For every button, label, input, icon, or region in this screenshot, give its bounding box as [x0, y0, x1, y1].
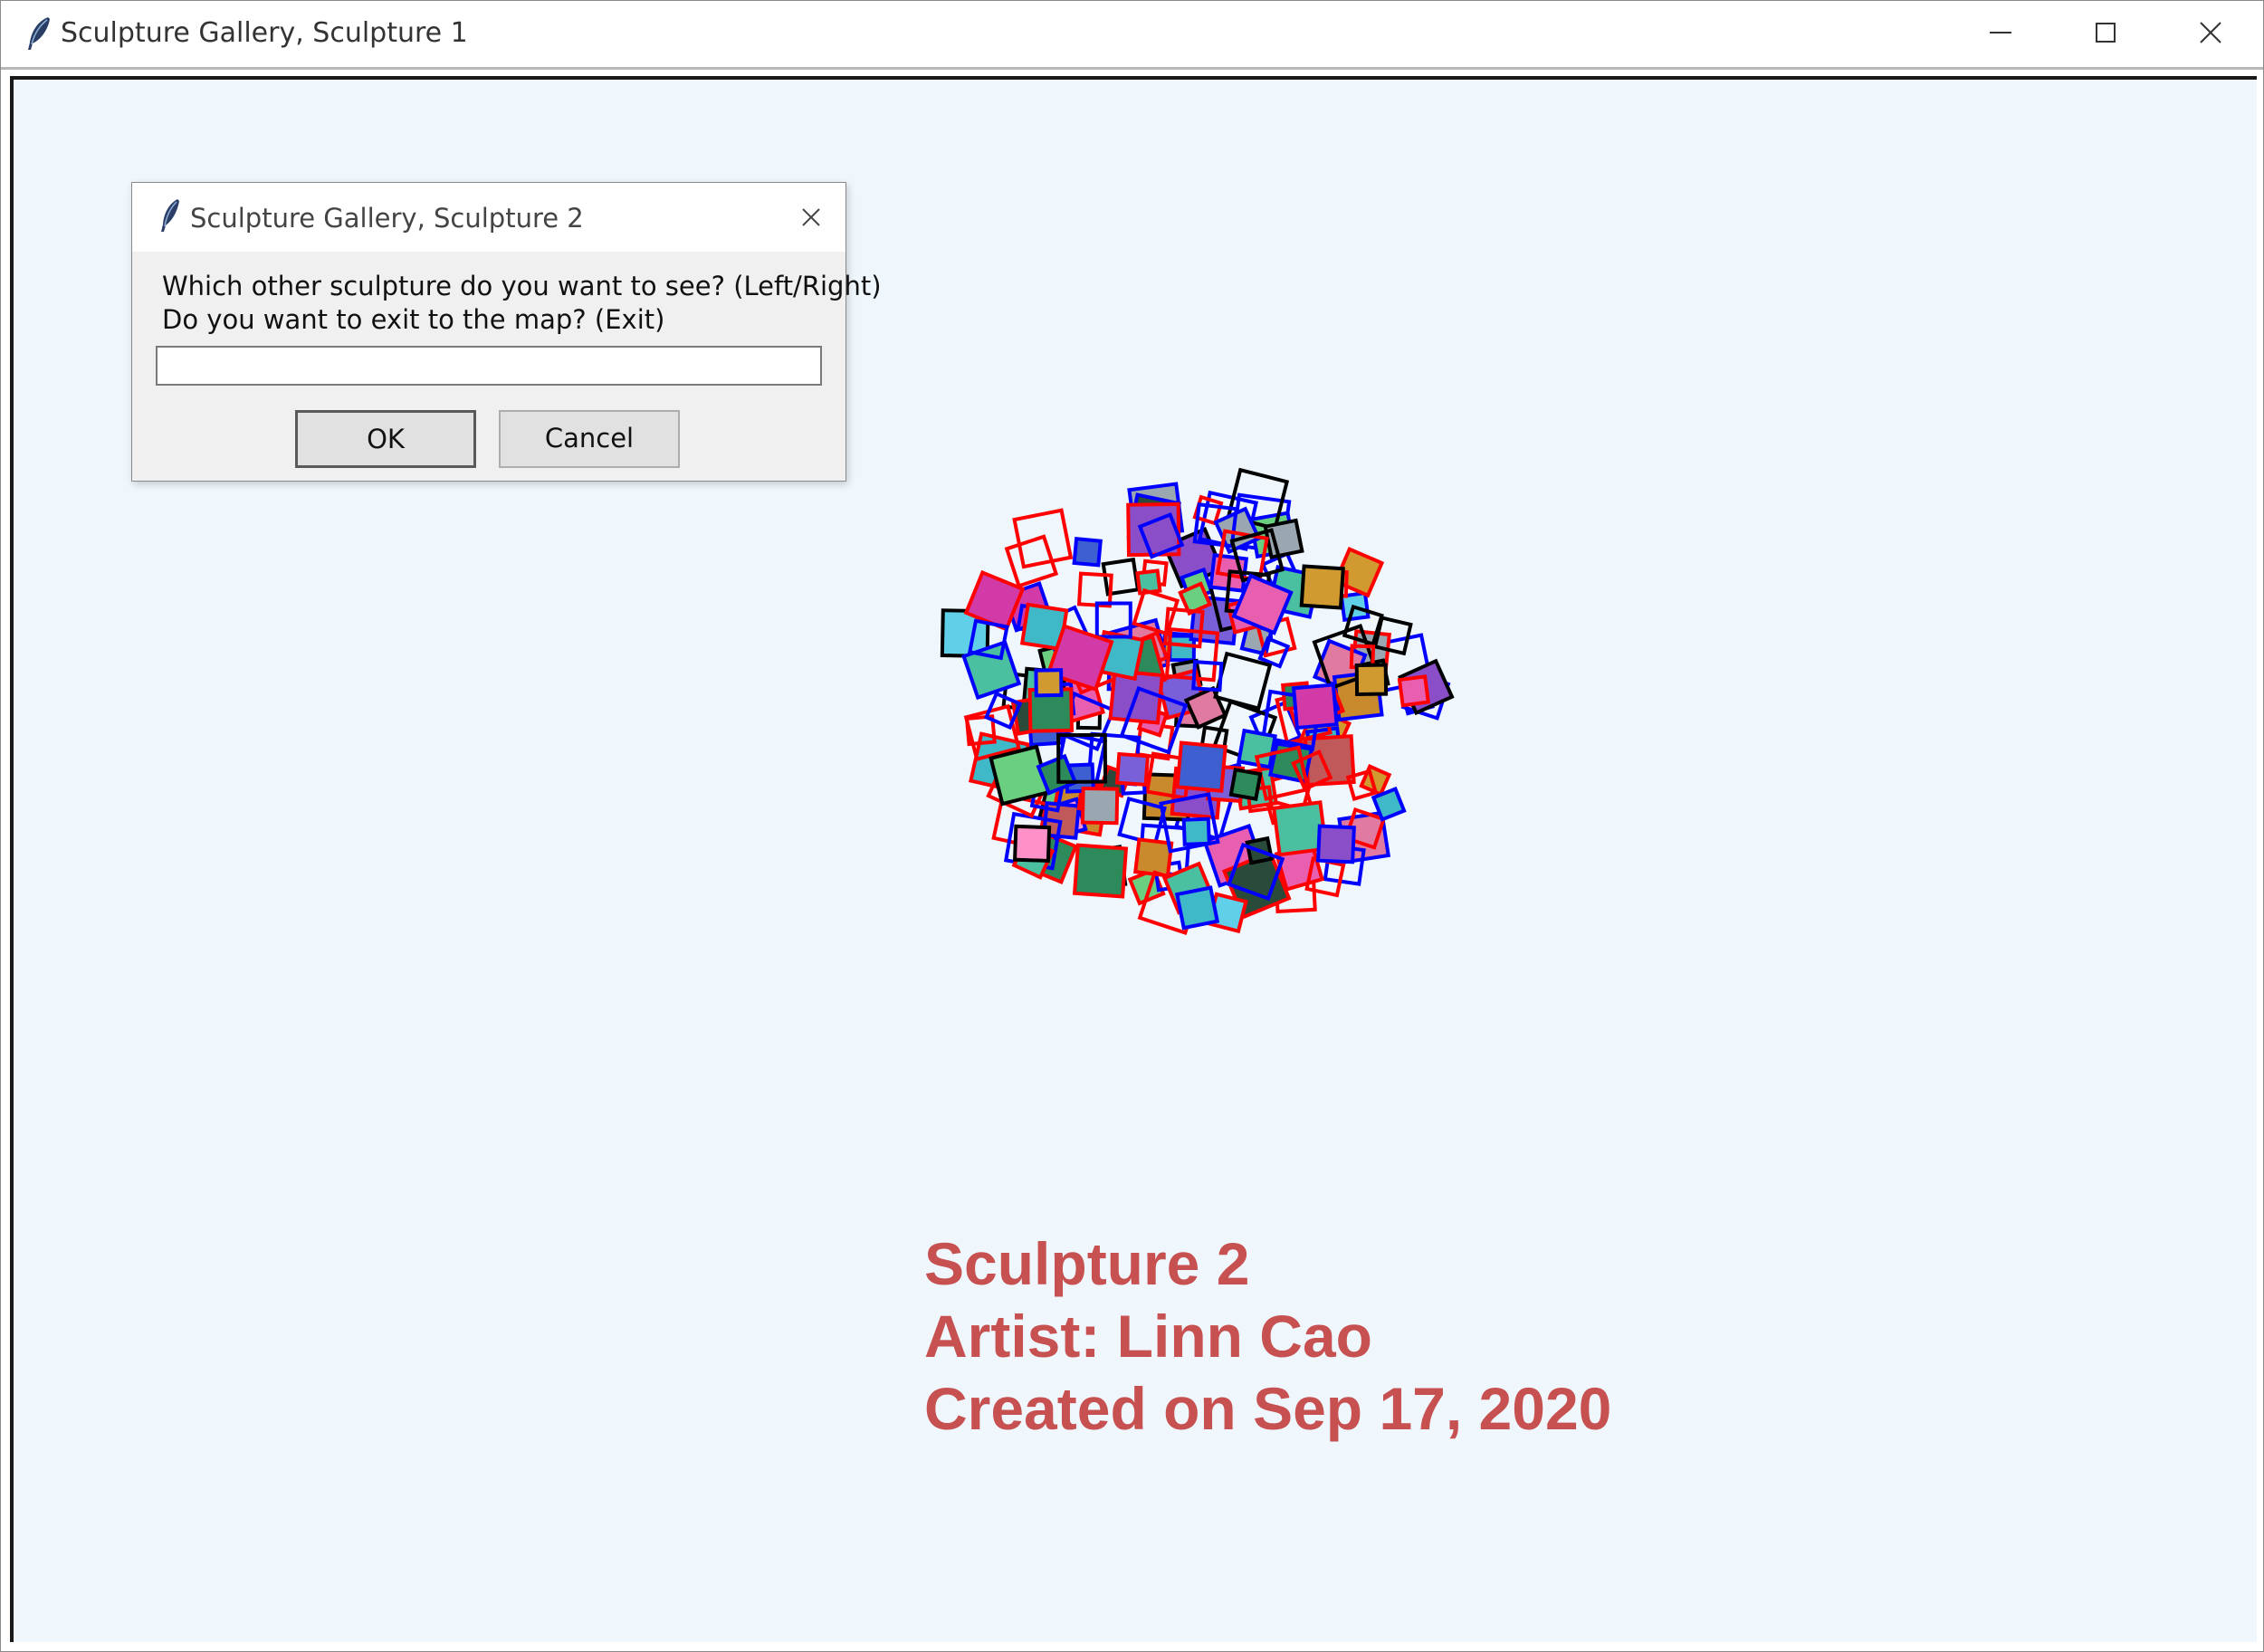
ok-button[interactable]: OK — [295, 410, 476, 468]
close-icon — [802, 208, 820, 226]
sculpture-square — [1174, 885, 1220, 931]
sculpture-square — [1315, 824, 1356, 864]
input-dialog: Sculpture Gallery, Sculpture 2 Which oth… — [131, 182, 882, 482]
sculpture-square — [1181, 816, 1211, 846]
close-button[interactable] — [2161, 1, 2260, 64]
sculpture-created-date: Created on Sep 17, 2020 — [924, 1375, 1612, 1442]
sculpture-square — [1034, 668, 1064, 698]
sculpture-square — [1133, 837, 1174, 878]
feather-icon — [28, 17, 50, 50]
window-title: Sculpture Gallery, Sculpture 1 — [61, 17, 468, 49]
sculpture-heading: Sculpture 2 — [924, 1230, 1250, 1297]
sculpture-square — [1175, 740, 1228, 793]
maximize-icon — [2096, 23, 2116, 43]
sculpture-square — [1397, 674, 1431, 708]
cancel-button[interactable]: Cancel — [499, 410, 680, 468]
sculpture-square — [1354, 663, 1389, 697]
minimize-icon — [1990, 32, 2011, 33]
answer-input[interactable] — [156, 346, 822, 386]
prompt-line-1: Which other sculpture do you want to see… — [162, 271, 882, 301]
sculpture-square — [1263, 518, 1304, 559]
sculpture-info: Sculpture 2 Artist: Linn Cao Created on … — [924, 1227, 1611, 1445]
sculpture-artist: Artist: Linn Cao — [924, 1303, 1372, 1370]
sculpture-square — [1013, 824, 1052, 863]
dialog-title: Sculpture Gallery, Sculpture 2 — [190, 203, 584, 234]
dialog-prompt: Which other sculpture do you want to see… — [162, 270, 882, 337]
sculpture-square — [1135, 568, 1162, 596]
sculpture-square — [1072, 843, 1129, 899]
sculpture-square — [1299, 564, 1345, 610]
dialog-close-button[interactable] — [793, 199, 829, 235]
sculpture-square — [989, 744, 1051, 807]
sculpture-square — [1080, 786, 1120, 826]
minimize-button[interactable] — [1951, 1, 2050, 64]
close-icon — [2200, 22, 2221, 43]
prompt-line-2: Do you want to exit to the map? (Exit) — [162, 304, 665, 335]
sculpture-artwork — [940, 467, 1455, 935]
sculpture-square — [1228, 767, 1263, 801]
title-bar[interactable]: Sculpture Gallery, Sculpture 1 — [1, 1, 2263, 66]
dialog-title-bar[interactable]: Sculpture Gallery, Sculpture 2 — [132, 183, 845, 252]
title-separator — [1, 67, 2263, 70]
sculpture-square — [1114, 751, 1151, 788]
feather-icon — [161, 199, 179, 232]
maximize-button[interactable] — [2056, 1, 2155, 64]
sculpture-square — [1072, 537, 1103, 568]
sculpture-square — [1291, 683, 1339, 731]
sculpture-square — [1213, 651, 1273, 711]
